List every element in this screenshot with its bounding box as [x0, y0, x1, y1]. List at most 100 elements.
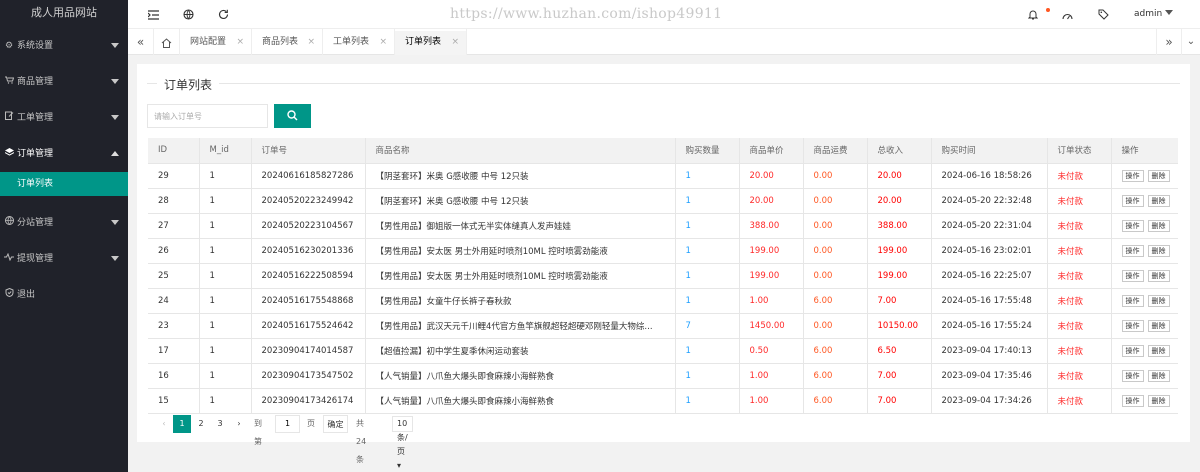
- cell-actions: 操作 删除: [1111, 288, 1178, 314]
- divider: [147, 83, 1180, 84]
- cell-fee: 6.00: [803, 338, 868, 364]
- tab-site-config[interactable]: 网站配置 ×: [180, 29, 252, 55]
- operate-button[interactable]: 操作: [1121, 269, 1144, 282]
- sidebar: 成人用品网站 ⚙ 系统设置 商品管理 工单管理 订单管理 订单列表 分站管理 提…: [0, 0, 128, 472]
- menu-item-logout[interactable]: 退出: [0, 277, 128, 313]
- col-header[interactable]: 商品名称: [365, 138, 676, 164]
- page-number[interactable]: 3: [211, 415, 229, 433]
- tag-icon[interactable]: [1094, 0, 1112, 29]
- delete-button[interactable]: 删除: [1147, 219, 1170, 232]
- cell-actions: 操作 删除: [1111, 338, 1178, 364]
- search-button[interactable]: [274, 104, 311, 128]
- operate-button[interactable]: 操作: [1121, 194, 1144, 207]
- cell-name: 【人气销量】八爪鱼大爆头即食麻辣小海鲜熟食: [365, 363, 676, 389]
- close-icon[interactable]: ×: [379, 29, 387, 55]
- col-header[interactable]: 购买时间: [931, 138, 1048, 164]
- goto-page-input[interactable]: [275, 415, 300, 433]
- operate-button[interactable]: 操作: [1121, 219, 1144, 232]
- col-header[interactable]: 购买数量: [675, 138, 740, 164]
- search-input[interactable]: [147, 104, 268, 128]
- page-size-value: 10 条/页: [397, 419, 408, 456]
- operate-button[interactable]: 操作: [1121, 319, 1144, 332]
- menu-item-ticket[interactable]: 工单管理: [0, 100, 128, 136]
- cell-mid: 1: [199, 313, 252, 339]
- goto-confirm-button[interactable]: 确定: [323, 415, 348, 433]
- cell-time: 2024-05-16 17:55:48: [931, 288, 1048, 314]
- delete-button[interactable]: 删除: [1147, 369, 1170, 382]
- col-header[interactable]: 订单号: [251, 138, 366, 164]
- cell-name: 【阴茎套环】米奥 G感收腰 中号 12只装: [365, 188, 676, 214]
- bell-icon[interactable]: [1024, 0, 1042, 29]
- delete-button[interactable]: 删除: [1147, 344, 1170, 357]
- operate-button[interactable]: 操作: [1121, 369, 1144, 382]
- cell-name: 【阴茎套环】米奥 G感收腰 中号 12只装: [365, 163, 676, 189]
- cell-mid: 1: [199, 263, 252, 289]
- close-icon[interactable]: ×: [307, 29, 315, 55]
- delete-button[interactable]: 删除: [1147, 394, 1170, 407]
- operate-button[interactable]: 操作: [1121, 394, 1144, 407]
- cell-actions: 操作 删除: [1111, 188, 1178, 214]
- menu-item-system[interactable]: ⚙ 系统设置: [0, 28, 128, 64]
- tabs-scroll-right-icon[interactable]: »: [1156, 29, 1182, 55]
- col-header[interactable]: 商品运费: [803, 138, 868, 164]
- content-panel: 订单列表 ID M_id 订单号 商品名称 购买数量 商品单价 商品运费 总收入…: [137, 64, 1190, 470]
- tab-goods-list[interactable]: 商品列表 ×: [252, 29, 323, 55]
- page-number[interactable]: 1: [173, 415, 191, 433]
- menu-item-orders[interactable]: 订单管理: [0, 136, 128, 172]
- chevron-down-icon[interactable]: ⌄: [1182, 29, 1200, 55]
- tab-ticket-list[interactable]: 工单列表 ×: [323, 29, 395, 55]
- cell-price: 1.00: [739, 363, 804, 389]
- next-page-icon[interactable]: ›: [232, 415, 246, 433]
- operate-button[interactable]: 操作: [1121, 244, 1144, 257]
- table-row: 15 1 20230904173426174 【人气销量】八爪鱼大爆头即食麻辣小海鲜熟…: [148, 388, 1178, 414]
- refresh-icon[interactable]: [214, 0, 232, 29]
- menu-item-substation[interactable]: 分站管理: [0, 205, 128, 241]
- page-unit-label: 页: [307, 419, 315, 428]
- cell-mid: 1: [199, 363, 252, 389]
- page-number[interactable]: 2: [192, 415, 210, 433]
- close-icon[interactable]: ×: [236, 29, 244, 55]
- submenu-item-order-list[interactable]: 订单列表: [0, 172, 128, 196]
- cell-qty: 1: [675, 263, 740, 289]
- col-header[interactable]: 总收入: [867, 138, 932, 164]
- tab-label: 商品列表: [262, 37, 299, 47]
- home-icon[interactable]: [154, 29, 180, 55]
- menu-item-goods[interactable]: 商品管理: [0, 64, 128, 100]
- cell-qty: 1: [675, 213, 740, 239]
- col-header[interactable]: 操作: [1111, 138, 1178, 164]
- delete-button[interactable]: 删除: [1147, 269, 1170, 282]
- operate-button[interactable]: 操作: [1121, 169, 1144, 182]
- delete-button[interactable]: 删除: [1147, 169, 1170, 182]
- close-icon[interactable]: ×: [451, 29, 459, 55]
- theme-icon[interactable]: [1058, 0, 1076, 29]
- operate-button[interactable]: 操作: [1121, 344, 1144, 357]
- chevron-down-icon: [111, 220, 119, 225]
- delete-button[interactable]: 删除: [1147, 319, 1170, 332]
- globe-icon[interactable]: [179, 0, 197, 29]
- cell-time: 2023-09-04 17:40:13: [931, 338, 1048, 364]
- table-row: 23 1 20240516175524642 【男性用品】武汉天元千川鲤4代官方鱼竿旗…: [148, 313, 1178, 339]
- col-header[interactable]: 订单状态: [1047, 138, 1112, 164]
- tab-order-list[interactable]: 订单列表 ×: [395, 29, 467, 55]
- cell-time: 2024-05-16 22:25:07: [931, 263, 1048, 289]
- menu-item-withdraw[interactable]: 提现管理: [0, 241, 128, 277]
- tab-label: 订单列表: [405, 37, 442, 47]
- col-header[interactable]: ID: [148, 138, 200, 164]
- cell-fee: 6.00: [803, 363, 868, 389]
- table-row: 29 1 20240616185827286 【阴茎套环】米奥 G感收腰 中号 12只…: [148, 163, 1178, 189]
- page-size-select[interactable]: 10 条/页 ▾: [392, 416, 413, 470]
- delete-button[interactable]: 删除: [1147, 294, 1170, 307]
- col-header[interactable]: M_id: [199, 138, 252, 164]
- orders-table: ID M_id 订单号 商品名称 购买数量 商品单价 商品运费 总收入 购买时间…: [148, 138, 1178, 414]
- col-header[interactable]: 商品单价: [739, 138, 804, 164]
- cell-fee: 6.00: [803, 288, 868, 314]
- delete-button[interactable]: 删除: [1147, 194, 1170, 207]
- cell-name: 【人气销量】八爪鱼大爆头即食麻辣小海鲜熟食: [365, 388, 676, 414]
- cell-actions: 操作 删除: [1111, 388, 1178, 414]
- delete-button[interactable]: 删除: [1147, 244, 1170, 257]
- prev-page-icon[interactable]: ‹: [157, 415, 171, 433]
- operate-button[interactable]: 操作: [1121, 294, 1144, 307]
- menu-fold-icon[interactable]: [144, 0, 162, 29]
- tabs-scroll-left-icon[interactable]: «: [128, 29, 154, 55]
- user-menu[interactable]: admin: [1134, 0, 1174, 29]
